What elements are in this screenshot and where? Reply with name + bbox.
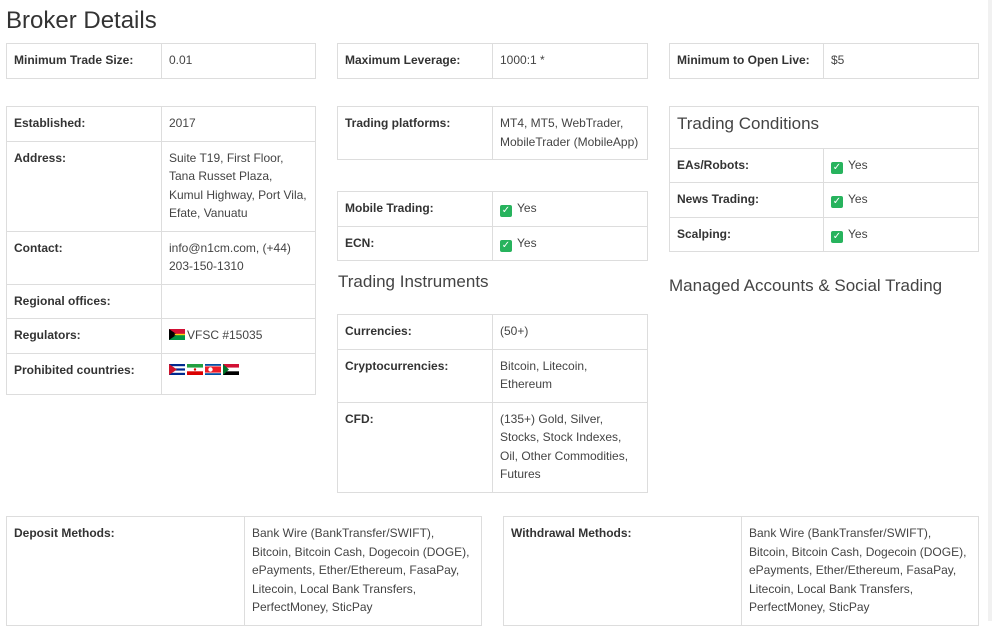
trading-platforms-table: Trading platforms: MT4, MT5, WebTrader, … xyxy=(337,106,648,160)
eas-label: EAs/Robots: xyxy=(669,147,824,183)
table-row: ECN: ✓ Yes xyxy=(337,225,648,261)
scalping-cell: ✓ Yes xyxy=(823,216,979,252)
news-value: Yes xyxy=(848,192,868,206)
ecn-value: Yes xyxy=(517,235,537,250)
regional-offices-label: Regional offices: xyxy=(6,283,162,319)
regulators-label: Regulators: xyxy=(6,318,162,354)
cfd-label: CFD: xyxy=(337,401,493,493)
table-row: Regulators: VFSC #15035 xyxy=(6,318,316,354)
table-row: CFD: (135+) Gold, Silver, Stocks, Stock … xyxy=(337,401,648,493)
table-row: EAs/Robots: ✓ Yes xyxy=(669,147,979,183)
withdrawal-methods-table: Withdrawal Methods: Bank Wire (BankTrans… xyxy=(503,516,979,626)
news-cell: ✓ Yes xyxy=(823,182,979,218)
table-row: Regional offices: xyxy=(6,283,316,319)
table-row: Contact: info@n1cm.com, (+44) 203-150-13… xyxy=(6,230,316,285)
trading-instruments-title: Trading Instruments xyxy=(338,272,489,291)
broker-info-table: Established: 2017 Address: Suite T19, Fi… xyxy=(6,106,316,395)
trading-instruments-table: Currencies: (50+) Cryptocurrencies: Bitc… xyxy=(337,314,648,493)
address-label: Address: xyxy=(6,140,162,232)
currencies-label: Currencies: xyxy=(337,314,493,350)
contact-value: info@n1cm.com, (+44) 203-150-1310 xyxy=(161,230,316,285)
mobile-trading-value: Yes xyxy=(517,201,537,215)
check-icon: ✓ xyxy=(831,196,843,208)
prohibited-label: Prohibited countries: xyxy=(6,352,162,395)
withdrawal-methods-label: Withdrawal Methods: xyxy=(503,516,742,626)
table-row: Deposit Methods: Bank Wire (BankTransfer… xyxy=(6,516,482,626)
page-title: Broker Details xyxy=(6,7,157,34)
ecn-cell: ✓ Yes xyxy=(492,225,648,261)
regional-offices-value xyxy=(161,283,316,319)
table-row: Trading platforms: MT4, MT5, WebTrader, … xyxy=(337,106,648,160)
table-row: News Trading: ✓ Yes xyxy=(669,182,979,218)
regulators-value: VFSC #15035 xyxy=(187,328,263,342)
min-trade-size-label: Minimum Trade Size: xyxy=(6,43,162,79)
mobile-ecn-table: Mobile Trading: ✓ Yes ECN: ✓ Yes xyxy=(337,191,648,261)
managed-accounts-title: Managed Accounts & Social Trading xyxy=(669,276,943,295)
min-open-live-table: Minimum to Open Live: $5 xyxy=(669,43,979,79)
check-icon: ✓ xyxy=(500,205,512,217)
deposit-methods-label: Deposit Methods: xyxy=(6,516,245,626)
deposit-methods-value: Bank Wire (BankTransfer/SWIFT), Bitcoin,… xyxy=(244,516,482,626)
vertical-scrollbar[interactable] xyxy=(988,0,992,621)
established-value: 2017 xyxy=(161,106,316,142)
min-trade-size-table: Minimum Trade Size: 0.01 xyxy=(6,43,316,79)
mobile-trading-cell: ✓ Yes xyxy=(492,191,648,227)
max-leverage-value: 1000:1 * xyxy=(492,43,648,79)
scalping-value: Yes xyxy=(848,226,868,241)
crypto-label: Cryptocurrencies: xyxy=(337,348,493,403)
deposit-methods-table: Deposit Methods: Bank Wire (BankTransfer… xyxy=(6,516,482,626)
currencies-value: (50+) xyxy=(492,314,648,350)
trading-platforms-label: Trading platforms: xyxy=(337,106,493,160)
table-row: Established: 2017 xyxy=(6,106,316,142)
address-value: Suite T19, First Floor, Tana Russet Plaz… xyxy=(161,140,316,232)
cuba-flag-icon xyxy=(169,363,185,375)
iran-flag-icon xyxy=(187,363,203,375)
min-open-live-label: Minimum to Open Live: xyxy=(669,43,824,79)
scalping-label: Scalping: xyxy=(669,216,824,252)
table-row: Mobile Trading: ✓ Yes xyxy=(337,191,648,227)
established-label: Established: xyxy=(6,106,162,142)
eas-value: Yes xyxy=(848,157,868,172)
table-row: Address: Suite T19, First Floor, Tana Ru… xyxy=(6,140,316,232)
table-row: Cryptocurrencies: Bitcoin, Litecoin, Eth… xyxy=(337,348,648,403)
news-label: News Trading: xyxy=(669,182,824,218)
table-row: Currencies: (50+) xyxy=(337,314,648,350)
ecn-label: ECN: xyxy=(337,225,493,261)
sudan-flag-icon xyxy=(223,363,239,375)
min-open-live-value: $5 xyxy=(823,43,979,79)
table-row: Minimum to Open Live: $5 xyxy=(669,43,979,79)
north-korea-flag-icon xyxy=(205,363,221,375)
trading-platforms-value: MT4, MT5, WebTrader, MobileTrader (Mobil… xyxy=(492,106,648,160)
vanuatu-flag-icon xyxy=(169,329,185,340)
min-trade-size-value: 0.01 xyxy=(161,43,316,79)
check-icon: ✓ xyxy=(831,161,843,174)
table-row: Trading Conditions xyxy=(669,106,979,149)
trading-conditions-title: Trading Conditions xyxy=(669,106,979,149)
eas-cell: ✓ Yes xyxy=(823,147,979,183)
cfd-value: (135+) Gold, Silver, Stocks, Stock Index… xyxy=(492,401,648,493)
table-row: Maximum Leverage: 1000:1 * xyxy=(337,43,648,79)
contact-label: Contact: xyxy=(6,230,162,285)
table-row: Minimum Trade Size: 0.01 xyxy=(6,43,316,79)
withdrawal-methods-value: Bank Wire (BankTransfer/SWIFT), Bitcoin,… xyxy=(741,516,979,626)
prohibited-flags xyxy=(161,352,316,395)
mobile-trading-label: Mobile Trading: xyxy=(337,191,493,227)
table-row: Scalping: ✓ Yes xyxy=(669,216,979,252)
max-leverage-label: Maximum Leverage: xyxy=(337,43,493,79)
trading-conditions-table: Trading Conditions EAs/Robots: ✓ Yes News… xyxy=(669,106,979,252)
table-row: Withdrawal Methods: Bank Wire (BankTrans… xyxy=(503,516,979,626)
table-row: Prohibited countries: xyxy=(6,352,316,395)
crypto-value: Bitcoin, Litecoin, Ethereum xyxy=(492,348,648,403)
max-leverage-table: Maximum Leverage: 1000:1 * xyxy=(337,43,648,79)
regulators-cell: VFSC #15035 xyxy=(161,318,316,354)
check-icon: ✓ xyxy=(500,239,512,252)
check-icon: ✓ xyxy=(831,230,843,243)
